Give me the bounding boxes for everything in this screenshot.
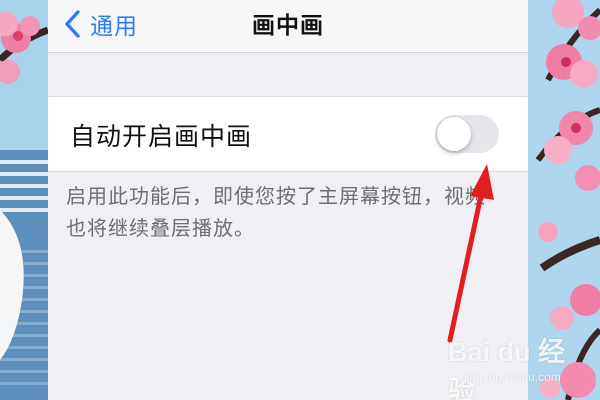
- auto-pip-toggle[interactable]: [435, 115, 499, 153]
- page-title: 画中画: [252, 13, 324, 39]
- footer-note: 启用此功能后，即使您按了主屏幕按钮，视频也将继续叠层播放。: [66, 184, 486, 240]
- settings-group: 自动开启画中画: [48, 96, 528, 172]
- navigation-bar: 通用 画中画: [48, 0, 528, 53]
- watermark-logo: Bai du 经验: [448, 337, 566, 400]
- watermark-url: jingyan.baidu.com: [464, 370, 561, 384]
- baidu-watermark: Bai du 经验 jingyan.baidu.com: [448, 330, 580, 400]
- toggle-knob: [437, 117, 471, 151]
- auto-pip-label: 自动开启画中画: [70, 122, 253, 151]
- wallpaper-left: [0, 0, 48, 400]
